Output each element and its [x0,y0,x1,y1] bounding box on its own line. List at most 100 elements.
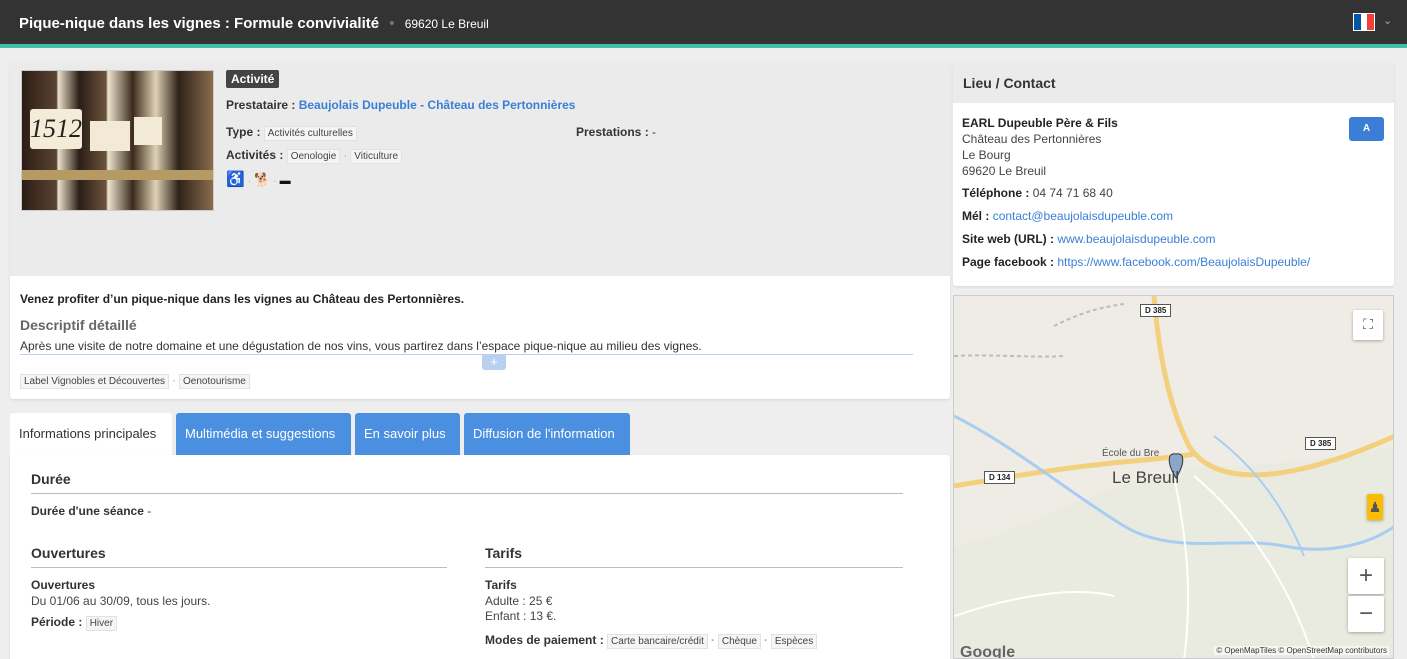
activities-row: Activités : Oenologie · Viticulture [226,148,403,164]
fullscreen-icon[interactable]: ⛶ [1353,310,1383,340]
tab-learn-more[interactable]: En savoir plus [355,413,460,455]
contact-heading: Lieu / Contact [963,75,1056,91]
openings-label: Ouvertures [31,578,96,592]
bottle-label-text: 1512 [30,109,82,149]
category-badge: Activité [226,70,280,88]
activity-chip: Viticulture [350,149,403,164]
provider-label: Prestataire : [226,98,296,112]
services-row: Prestations : - [576,125,656,139]
product-card: 1512 Activité Prestataire : Beaujolais D… [10,62,950,399]
contact-header: Lieu / Contact [953,62,1394,103]
road-label: D 385 [1140,304,1172,317]
facebook-link[interactable]: https://www.facebook.com/BeaujolaisDupeu… [1057,255,1310,269]
contact-address-2: Le Bourg [962,148,1011,162]
phone-value: 04 74 71 68 40 [1032,186,1113,200]
bottle-label-2 [90,121,130,151]
chip-separator: · [343,148,348,162]
period-label: Période : [31,615,83,629]
contact-address-3: 69620 Le Breuil [962,164,1047,178]
labels-row: Label Vignobles et Découvertes · Oenotouri… [20,373,250,389]
openings-heading: Ouvertures [31,545,447,568]
facebook-row: Page facebook : https://www.facebook.com… [962,255,1310,269]
zoom-in-button[interactable]: + [1348,558,1384,594]
openings-value: Du 01/06 au 30/09, tous les jours. [31,594,211,608]
email-row: Mél : contact@beaujolaisdupeuble.com [962,209,1173,223]
services-value: - [652,125,657,139]
rates-label: Tarifs [485,578,517,592]
title-city: 69620 Le Breuil [404,17,489,31]
flag-fr-icon[interactable] [1353,13,1375,31]
chip-separator: · [172,373,177,387]
product-photo[interactable]: 1512 [21,70,214,211]
payment-card-icon: ▬ [279,175,291,187]
type-chip: Activités culturelles [263,126,357,141]
rate-child: Enfant : 13 €. [485,609,557,623]
road-label: D 134 [984,471,1016,484]
payment-row: Modes de paiement : Carte bancaire/crédi… [485,633,818,649]
services-label: Prestations : [576,125,649,139]
map-school-label: École du Bre [1102,448,1160,459]
email-label: Mél : [962,209,990,223]
contact-address-1: Château des Pertonnières [962,132,1102,146]
route-button[interactable]: A [1349,117,1384,141]
product-title: Pique-nique dans les vignes : Formule co… [19,15,380,32]
payment-chip: Chèque [717,634,761,649]
label-chip: Label Vignobles et Découvertes [20,374,170,389]
map-attribution: © OpenMapTiles © OpenStreetMap contribut… [1214,646,1389,655]
duration-label: Durée d'une séance [31,504,144,518]
page-title: Pique-nique dans les vignes : Formule co… [19,15,489,32]
expand-description-button[interactable]: + [482,354,506,370]
icon-separator: · [273,176,277,187]
website-link[interactable]: www.beaujolaisdupeuble.com [1057,232,1215,246]
tab-multimedia[interactable]: Multimédia et suggestions [176,413,351,455]
location-map[interactable]: D 385 D 385 D 134 École du Bre Le Breuil… [953,295,1394,659]
duration-value: - [147,504,152,518]
street-view-icon[interactable]: ♟ [1367,494,1383,520]
wheelchair-icon: ♿ [226,171,245,188]
main-info-panel: Durée Durée d'une séance - Ouvertures Ou… [10,455,950,659]
payment-label: Modes de paiement : [485,633,604,647]
map-town-label: Le Breuil [1112,468,1180,487]
website-row: Site web (URL) : www.beaujolaisdupeuble.… [962,232,1215,246]
rate-adult: Adulte : 25 € [485,594,553,608]
period-row: Période : Hiver [31,615,118,631]
type-row: Type : Activités culturelles [226,125,357,141]
rates-heading: Tarifs [485,545,903,568]
facebook-label: Page facebook : [962,255,1055,269]
map-track [954,354,1065,358]
chip-separator: · [763,633,768,647]
map-track [1053,303,1125,327]
amenity-icons: ♿ · 🐕 · ▬ [226,170,291,188]
provider-row: Prestataire : Beaujolais Dupeuble - Chât… [226,98,575,112]
type-label: Type : [226,125,261,139]
duration-row: Durée d'une séance - [31,504,151,518]
email-link[interactable]: contact@beaujolaisdupeuble.com [993,209,1173,223]
phone-label: Téléphone : [962,186,1030,200]
contact-name: EARL Dupeuble Père & Fils [962,116,1118,130]
tab-main-info[interactable]: Informations principales [10,413,172,455]
period-chip: Hiver [85,616,118,631]
road-label: D 385 [1305,437,1337,450]
payment-chip: Espèces [770,634,818,649]
intro-text: Venez profiter d’un pique-nique dans les… [20,292,465,306]
detail-text: Après une visite de notre domaine et une… [20,339,913,355]
provider-link[interactable]: Beaujolais Dupeuble - Château des Perton… [299,98,576,112]
zoom-out-button[interactable]: − [1348,596,1384,632]
icon-separator: · [247,176,252,187]
detail-heading: Descriptif détaillé [20,317,137,333]
google-logo: Google [960,644,1016,659]
duration-heading: Durée [31,471,903,494]
product-summary-panel: 1512 Activité Prestataire : Beaujolais D… [10,62,950,276]
chip-separator: · [710,633,715,647]
activity-chip: Oenologie [286,149,341,164]
tab-distribution[interactable]: Diffusion de l'information [464,413,630,455]
contact-card: Lieu / Contact EARL Dupeuble Père & Fils… [953,62,1394,286]
pets-icon: 🐕 [254,172,271,187]
photo-strip [22,170,213,180]
payment-chip: Carte bancaire/crédit [607,634,708,649]
label-chip: Oenotourisme [179,374,250,389]
chevron-down-icon[interactable]: ⌄ [1383,14,1392,27]
website-label: Site web (URL) : [962,232,1054,246]
top-header-bar: Pique-nique dans les vignes : Formule co… [0,0,1407,48]
phone-row: Téléphone : 04 74 71 68 40 [962,186,1113,200]
